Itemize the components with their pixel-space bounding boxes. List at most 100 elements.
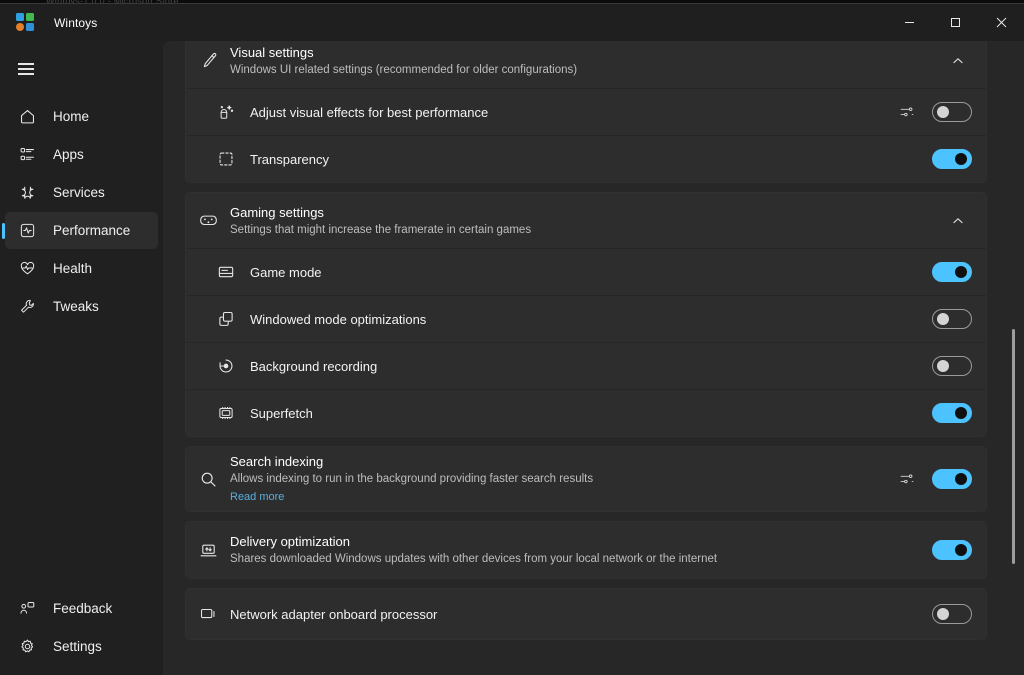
row-transparency[interactable]: Transparency — [186, 135, 986, 182]
app-title: Wintoys — [54, 15, 98, 30]
minimize-icon — [904, 22, 914, 23]
sidebar-item-label: Settings — [53, 639, 102, 654]
sidebar-item-feedback[interactable]: Feedback — [5, 590, 158, 627]
section-subtitle: Settings that might increase the framera… — [230, 223, 532, 236]
sidebar-item-label: Performance — [53, 223, 131, 238]
section-title: Gaming settings — [230, 204, 324, 220]
expander-text-visual-settings: Visual settings Windows UI related setti… — [230, 44, 944, 78]
sidebar-item-label: Home — [53, 109, 90, 124]
sliders-icon[interactable] — [894, 466, 920, 492]
chevron-up-icon[interactable] — [944, 207, 972, 235]
hamburger-icon — [18, 64, 34, 74]
delivery-optimization-icon — [198, 540, 218, 560]
row-title: Search indexing — [230, 454, 324, 469]
toggle-background-recording[interactable] — [932, 356, 972, 376]
sidebar-item-label: Feedback — [53, 601, 113, 616]
wintoys-app-window: Wintoys-1.0.0 - Microsoft Store Wintoys — [0, 0, 1024, 675]
row-label: Adjust visual effects for best performan… — [250, 104, 489, 120]
card-network-adapter-onboard-processor: Network adapter onboard processor — [185, 588, 987, 640]
sidebar-item-services[interactable]: Services — [5, 174, 158, 211]
sliders-icon[interactable] — [894, 99, 920, 125]
home-icon — [18, 108, 36, 126]
apps-list-icon — [18, 146, 36, 164]
sidebar-item-label: Apps — [53, 147, 84, 162]
wrench-icon — [18, 298, 36, 316]
visual-effects-icon — [216, 102, 236, 122]
navigation-menu-button[interactable] — [5, 51, 47, 87]
gamepad-icon — [198, 211, 218, 231]
sidebar-item-label: Services — [53, 185, 105, 200]
sidebar-item-health[interactable]: Health — [5, 250, 158, 287]
row-label: Superfetch — [250, 405, 313, 421]
row-text-delivery-optimization: Delivery optimization Shares downloaded … — [230, 533, 932, 567]
row-background-recording[interactable]: Background recording — [186, 342, 986, 389]
card-search-indexing: Search indexing Allows indexing to run i… — [185, 446, 987, 512]
row-search-indexing[interactable]: Search indexing Allows indexing to run i… — [186, 447, 986, 511]
transparency-icon — [216, 149, 236, 169]
sidebar-item-label: Tweaks — [53, 299, 99, 314]
maximize-icon — [950, 18, 960, 27]
toggle-superfetch[interactable] — [932, 403, 972, 423]
chevron-up-icon[interactable] — [944, 47, 972, 75]
toggle-search-indexing[interactable] — [932, 469, 972, 489]
row-label: Game mode — [250, 264, 322, 280]
sidebar-item-label: Health — [53, 261, 93, 276]
row-title: Delivery optimization — [230, 534, 350, 549]
card-gaming-settings: Gaming settings Settings that might incr… — [185, 192, 987, 437]
sidebar-nav-top: Home Apps Services Performance Health Tw… — [0, 97, 163, 326]
section-subtitle: Windows UI related settings (recommended… — [230, 63, 578, 76]
memory-chip-icon — [216, 403, 236, 423]
row-adjust-visual-effects[interactable]: Adjust visual effects for best performan… — [186, 88, 986, 135]
row-delivery-optimization[interactable]: Delivery optimization Shares downloaded … — [186, 522, 986, 578]
app-window: Wintoys Home Apps Services Performance H… — [0, 3, 1024, 675]
sidebar-item-settings[interactable]: Settings — [5, 628, 158, 665]
row-game-mode[interactable]: Game mode — [186, 248, 986, 295]
toggle-transparency[interactable] — [932, 149, 972, 169]
performance-icon — [18, 222, 36, 240]
expander-header-gaming-settings[interactable]: Gaming settings Settings that might incr… — [186, 193, 986, 248]
toggle-adjust-visual-effects[interactable] — [932, 102, 972, 122]
network-adapter-icon — [198, 604, 218, 624]
wintoys-logo-icon — [16, 13, 35, 32]
close-icon — [996, 17, 1006, 28]
card-visual-settings: Visual settings Windows UI related setti… — [185, 41, 987, 183]
services-icon — [18, 184, 36, 202]
toggle-network-adapter-onboard-processor[interactable] — [932, 604, 972, 624]
content-scrollbar[interactable] — [1009, 41, 1019, 675]
row-label: Windowed mode optimizations — [250, 311, 427, 327]
paint-brush-icon — [198, 51, 218, 71]
record-rewind-icon — [216, 356, 236, 376]
sidebar-item-tweaks[interactable]: Tweaks — [5, 288, 158, 325]
settings-scroll-region[interactable]: Visual settings Windows UI related setti… — [163, 41, 1024, 675]
minimize-button[interactable] — [886, 4, 932, 41]
row-subtitle: Shares downloaded Windows updates with o… — [230, 553, 718, 565]
expander-text-gaming-settings: Gaming settings Settings that might incr… — [230, 204, 944, 238]
title-bar-left: Wintoys — [0, 4, 97, 41]
sidebar-item-apps[interactable]: Apps — [5, 136, 158, 173]
settings-list: Visual settings Windows UI related setti… — [163, 41, 1024, 675]
toggle-game-mode[interactable] — [932, 262, 972, 282]
row-network-adapter-onboard-processor[interactable]: Network adapter onboard processor — [186, 589, 986, 639]
close-button[interactable] — [978, 4, 1024, 41]
toggle-delivery-optimization[interactable] — [932, 540, 972, 560]
sidebar-item-home[interactable]: Home — [5, 98, 158, 135]
search-icon — [198, 469, 218, 489]
row-superfetch[interactable]: Superfetch — [186, 389, 986, 436]
scrollbar-thumb[interactable] — [1012, 329, 1015, 564]
windows-stack-icon — [216, 309, 236, 329]
row-label: Transparency — [250, 151, 329, 167]
feedback-icon — [18, 600, 36, 618]
gear-icon — [18, 638, 36, 656]
sidebar-nav-bottom: Feedback Settings — [0, 589, 163, 675]
row-windowed-mode-optimizations[interactable]: Windowed mode optimizations — [186, 295, 986, 342]
card-delivery-optimization: Delivery optimization Shares downloaded … — [185, 521, 987, 579]
read-more-link[interactable]: Read more — [230, 490, 284, 505]
window-controls — [886, 4, 1024, 41]
row-text-search-indexing: Search indexing Allows indexing to run i… — [230, 453, 894, 505]
sidebar: Home Apps Services Performance Health Tw… — [0, 41, 163, 675]
toggle-windowed-mode-optimizations[interactable] — [932, 309, 972, 329]
sidebar-item-performance[interactable]: Performance — [5, 212, 158, 249]
content-area: Visual settings Windows UI related setti… — [163, 41, 1024, 675]
maximize-button[interactable] — [932, 4, 978, 41]
expander-header-visual-settings[interactable]: Visual settings Windows UI related setti… — [186, 41, 986, 88]
